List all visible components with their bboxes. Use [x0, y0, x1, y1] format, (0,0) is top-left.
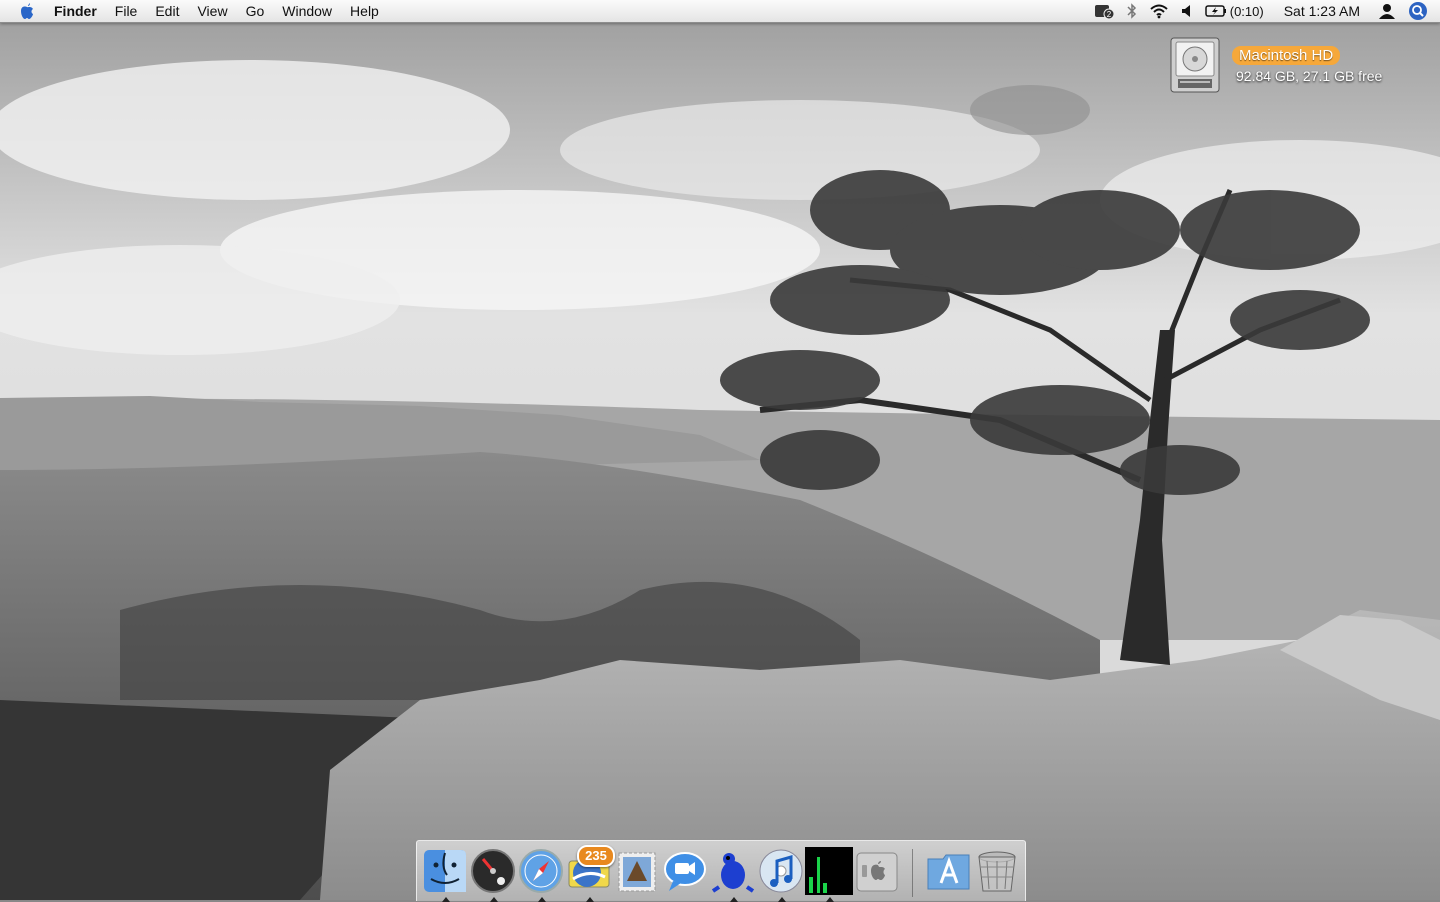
- dock-item-applications[interactable]: [925, 847, 973, 895]
- volume-icon[interactable]: [1181, 0, 1193, 22]
- itunes-icon: [759, 849, 803, 893]
- volume-info: 92.84 GB, 27.1 GB free: [1236, 68, 1383, 84]
- ichat-icon: [664, 852, 706, 891]
- dock-item-thunderbird[interactable]: 235: [565, 845, 615, 902]
- user-icon[interactable]: [1378, 0, 1396, 22]
- dock-item-activity-monitor[interactable]: [805, 847, 853, 902]
- dock-item-dashboard[interactable]: [469, 847, 517, 902]
- desktop-wallpaper: [0, 0, 1440, 900]
- battery-menu[interactable]: (0:10): [1205, 0, 1264, 22]
- system-preferences-icon: [856, 852, 898, 892]
- dock: 235: [416, 840, 1026, 902]
- spaces-menu-icon[interactable]: 2: [1093, 0, 1115, 22]
- menu-view[interactable]: View: [188, 0, 236, 22]
- menu-go[interactable]: Go: [237, 0, 274, 22]
- clock[interactable]: Sat 1:23 AM: [1284, 0, 1360, 22]
- dock-item-itunes[interactable]: [757, 847, 805, 902]
- battery-icon: [1205, 5, 1226, 17]
- apple-menu-icon[interactable]: [16, 0, 38, 22]
- menu-window[interactable]: Window: [273, 0, 341, 22]
- menu-bar: Finder File Edit View Go Window Help 2 (…: [0, 0, 1440, 23]
- menu-edit[interactable]: Edit: [146, 0, 188, 22]
- battery-time: (0:10): [1229, 3, 1264, 19]
- dock-item-finder[interactable]: [421, 847, 469, 902]
- mail-stamp-icon: [618, 852, 656, 892]
- bluetooth-icon[interactable]: [1127, 0, 1137, 22]
- dock-item-frog-app[interactable]: [709, 847, 757, 902]
- dock-item-ichat[interactable]: [661, 847, 709, 895]
- menu-help[interactable]: Help: [341, 0, 388, 22]
- unread-count-badge: 235: [577, 845, 615, 867]
- menu-file[interactable]: File: [106, 0, 147, 22]
- dock-item-trash[interactable]: [973, 847, 1021, 895]
- hard-drive-icon[interactable]: [1168, 36, 1222, 94]
- dock-item-system-preferences[interactable]: [853, 847, 901, 895]
- finder-icon: [424, 850, 466, 892]
- safari-icon: [519, 849, 563, 893]
- applications-folder-icon: [927, 854, 970, 890]
- menu-app-finder[interactable]: Finder: [52, 0, 106, 22]
- spotlight-icon[interactable]: [1408, 1, 1428, 21]
- volume-name-label[interactable]: Macintosh HD: [1232, 46, 1341, 65]
- trash-icon: [978, 851, 1016, 892]
- frog-app-icon: [711, 853, 755, 893]
- wifi-icon[interactable]: [1149, 0, 1169, 22]
- dock-separator: [912, 849, 913, 897]
- spaces-number: 2: [1107, 10, 1112, 19]
- activity-monitor-icon: [805, 847, 853, 895]
- dock-item-mail[interactable]: [613, 847, 661, 895]
- dock-item-safari[interactable]: [517, 847, 565, 902]
- dashboard-icon: [471, 849, 515, 893]
